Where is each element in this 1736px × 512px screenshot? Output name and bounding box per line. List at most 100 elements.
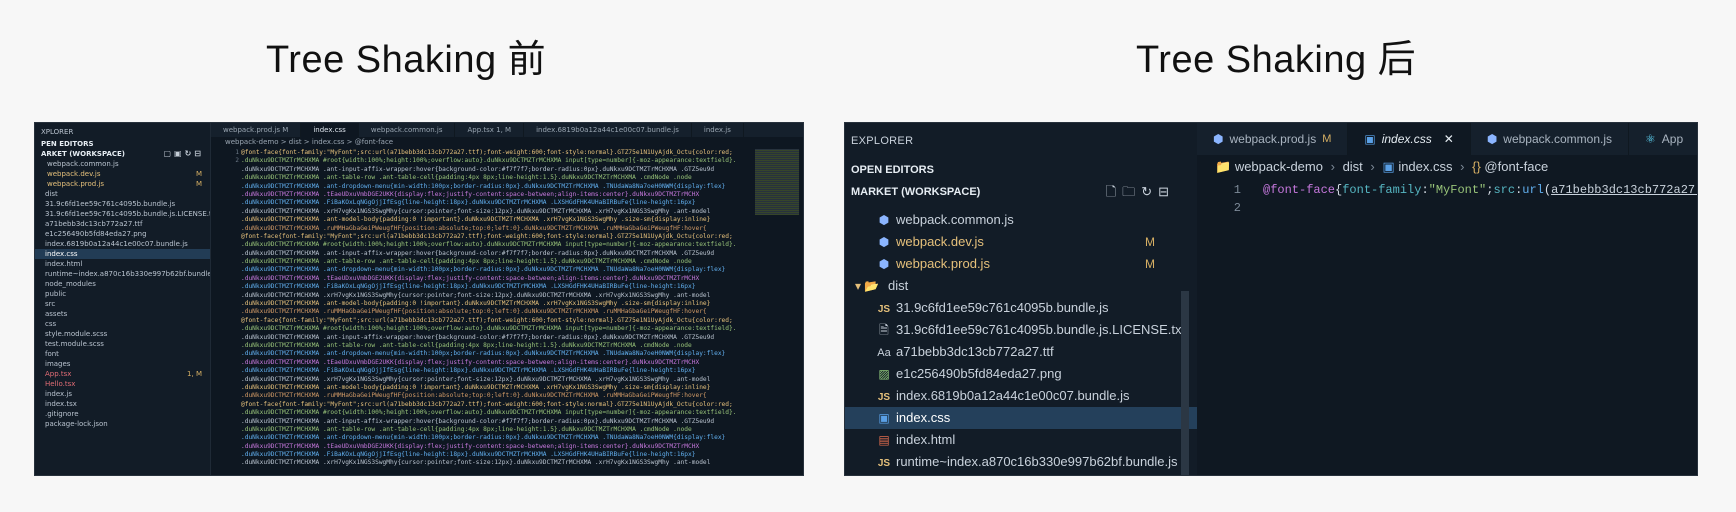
line-number: 1 xyxy=(1233,183,1241,197)
before-code-line: .duNkxu9DCTMZTrMCHXMA .FiBaKOxLqNGgOjjIf… xyxy=(241,451,696,459)
before-breadcrumb[interactable]: webpack-demo > dist > index.css > @font-… xyxy=(211,137,803,148)
before-explorer-actions-icon[interactable]: ▢▣↻⊟ xyxy=(163,149,204,159)
before-tree-item[interactable]: .gitignore xyxy=(35,409,210,419)
webpack-icon: ⬢ xyxy=(878,257,890,271)
after-tree-item[interactable]: JS 31.9c6fd1ee59c761c4095b.bundle.js xyxy=(845,297,1197,319)
before-tree-item[interactable]: webpack.prod.js M xyxy=(35,179,210,189)
before-code-line: .duNkxu9DCTMZTrMCHXMA #root{width:100%;h… xyxy=(241,241,737,249)
after-tree-item[interactable]: › 📁node_modules xyxy=(845,473,1197,475)
after-tree-item[interactable]: ▣ index.css xyxy=(845,407,1197,429)
collapse-all-icon[interactable]: ⊟ xyxy=(1158,184,1175,199)
before-heading: Tree Shaking 前 xyxy=(266,39,547,81)
before-tree-item[interactable]: css xyxy=(35,319,210,329)
before-editor-tab[interactable]: App.tsx 1, M xyxy=(455,123,525,137)
breadcrumb-symbol[interactable]: @font-face xyxy=(1484,159,1548,174)
before-editor-tab[interactable]: webpack.prod.js M xyxy=(211,123,302,137)
before-code-line: .duNkxu9DCTMZTrMCHXMA .ant-input-affix-w… xyxy=(241,333,715,341)
before-code-editor[interactable]: @font-face{font-family:"MyFont";src:url(… xyxy=(211,149,751,475)
after-editor-tab[interactable]: ▣ index.css ✕ xyxy=(1348,123,1471,155)
before-tree-item[interactable]: App.tsx 1, M xyxy=(35,369,210,379)
before-tree-item-label: App.tsx xyxy=(45,370,72,378)
before-tree-item[interactable]: index.tsx xyxy=(35,399,210,409)
code-line[interactable]: @font-face{font-family:"MyFont";src:url(… xyxy=(1263,181,1697,199)
before-tree-item[interactable]: public xyxy=(35,289,210,299)
before-tree-item[interactable]: images xyxy=(35,359,210,369)
before-tree-item[interactable]: a71bebb3dc13cb772a27.ttf xyxy=(35,219,210,229)
before-file-tree: webpack.common.js webpack.dev.js Mwebpack.… xyxy=(35,159,210,429)
before-tree-item-label: style.module.scss xyxy=(45,330,108,338)
webpack-icon: ⬢ xyxy=(1486,132,1498,146)
tab-label: webpack.common.js xyxy=(1503,132,1613,146)
close-icon[interactable]: ✕ xyxy=(1444,132,1454,146)
after-editor-tab[interactable]: ⬢ webpack.common.js xyxy=(1471,123,1630,155)
git-modified-badge: M xyxy=(1145,257,1155,271)
before-tree-item-label: webpack.dev.js xyxy=(47,170,101,178)
line-number: 2 xyxy=(1233,201,1241,215)
breadcrumb-folder[interactable]: dist xyxy=(1343,159,1363,174)
before-editor-tab[interactable]: index.6819b0a12a44c1e00c07.bundle.js xyxy=(524,123,692,137)
code-line[interactable] xyxy=(1263,199,1697,217)
before-tree-item[interactable]: test.module.scss xyxy=(35,339,210,349)
before-tree-item[interactable]: webpack.common.js xyxy=(35,159,210,169)
after-tree-item[interactable]: 🗎 31.9c6fd1ee59c761c4095b.bundle.js.LICEN… xyxy=(845,319,1197,341)
after-editor-tab[interactable]: ⬢ webpack.prod.js M xyxy=(1197,123,1349,155)
before-code-line: .duNkxu9DCTMZTrMCHXMA .tEaeUDxuVmbDGE2UK… xyxy=(241,190,700,198)
after-tree-item[interactable]: ▾ 📂 dist xyxy=(845,275,1197,297)
before-minimap[interactable] xyxy=(755,149,799,215)
after-sidebar-scrollbar[interactable] xyxy=(1181,291,1189,475)
before-tree-item[interactable]: index.js xyxy=(35,389,210,399)
after-tree-item[interactable]: ▨ e1c256490b5fd84eda27.png xyxy=(845,363,1197,385)
before-tree-item[interactable]: package-lock.json xyxy=(35,419,210,429)
breadcrumb-css-icon: ▣ xyxy=(1382,159,1395,174)
before-tree-item[interactable]: dist xyxy=(35,189,210,199)
after-tree-item[interactable]: ⬢ webpack.common.js xyxy=(845,209,1197,231)
before-editor-tab[interactable]: index.css xyxy=(301,123,359,137)
folder-icon: › 📁 xyxy=(855,473,885,475)
before-tree-item-badge: 1, M xyxy=(187,370,202,378)
before-tree-item[interactable]: index.6819b0a12a44c1e00c07.bundle.js xyxy=(35,239,210,249)
after-tree-item[interactable]: Aa a71bebb3dc13cb772a27.ttf xyxy=(845,341,1197,363)
before-workspace-header[interactable]: ARKET (WORKSPACE) ▢▣↻⊟ xyxy=(35,149,210,159)
after-breadcrumb[interactable]: 📁 webpack-demo › dist › ▣ index.css › {}… xyxy=(1197,155,1697,179)
after-workspace-header[interactable]: MARKET (WORKSPACE) 🗋🗀↻⊟ xyxy=(845,181,1197,203)
after-editor-tab[interactable]: ⚛ App xyxy=(1629,123,1697,155)
before-tree-item[interactable]: 31.9c6fd1ee59c761c4095b.bundle.js.LICENS… xyxy=(35,209,210,219)
after-tree-item[interactable]: JS runtime~index.a870c16b330e997b62bf.bun… xyxy=(845,451,1197,473)
after-tree-item[interactable]: ⬢ webpack.dev.js M xyxy=(845,231,1197,253)
breadcrumb-file[interactable]: index.css xyxy=(1398,159,1452,174)
before-tree-item[interactable]: runtime~index.a870c16b330e997b62bf.bundl… xyxy=(35,269,210,279)
before-tree-item[interactable]: webpack.dev.js M xyxy=(35,169,210,179)
before-editor-tab[interactable]: index.js xyxy=(692,123,744,137)
before-code-line: .duNkxu9DCTMZTrMCHXMA .ant-dropdown-menu… xyxy=(241,266,726,274)
after-tree-item[interactable]: ▤ index.html xyxy=(845,429,1197,451)
new-file-icon[interactable]: 🗋 xyxy=(1106,184,1122,199)
before-tree-item-label: node_modules xyxy=(45,280,96,288)
new-folder-icon[interactable]: 🗀 xyxy=(1122,184,1141,199)
after-tree-item-label: a71bebb3dc13cb772a27.ttf xyxy=(896,344,1054,359)
breadcrumb-separator-icon: › xyxy=(1370,159,1375,174)
before-tree-item[interactable]: src xyxy=(35,299,210,309)
after-tree-item[interactable]: JS index.6819b0a12a44c1e00c07.bundle.js xyxy=(845,385,1197,407)
tab-label: webpack.prod.js xyxy=(1229,132,1317,146)
before-tree-item[interactable]: index.html xyxy=(35,259,210,269)
before-code-line: .duNkxu9DCTMZTrMCHXMA .ant-model-body{pa… xyxy=(241,383,711,391)
before-tree-item[interactable]: e1c256490b5fd84eda27.png xyxy=(35,229,210,239)
before-open-editors[interactable]: PEN EDITORS xyxy=(35,139,210,149)
after-code-editor[interactable]: @font-face{font-family:"MyFont";src:url(… xyxy=(1263,181,1697,217)
before-tree-item[interactable]: node_modules xyxy=(35,279,210,289)
before-tree-item[interactable]: 31.9c6fd1ee59c761c4095b.bundle.js xyxy=(35,199,210,209)
refresh-icon[interactable]: ↻ xyxy=(1141,184,1158,199)
before-tree-item[interactable]: style.module.scss xyxy=(35,329,210,339)
breadcrumb-project[interactable]: webpack-demo xyxy=(1235,159,1323,174)
before-workspace-label: ARKET (WORKSPACE) xyxy=(41,150,125,158)
before-code-line: .duNkxu9DCTMZTrMCHXMA .ant-input-affix-w… xyxy=(241,417,715,425)
after-open-editors[interactable]: OPEN EDITORS xyxy=(845,159,1197,181)
code-url[interactable]: a71bebb3dc13cb772a27.ttf xyxy=(1551,183,1697,197)
before-tree-item[interactable]: index.css xyxy=(35,249,210,259)
before-tree-item[interactable]: assets xyxy=(35,309,210,319)
before-editor-tab[interactable]: webpack.common.js xyxy=(359,123,456,137)
before-tree-item[interactable]: font xyxy=(35,349,210,359)
before-tree-item[interactable]: Hello.tsx xyxy=(35,379,210,389)
before-code-line: .duNkxu9DCTMZTrMCHXMA .ruMMHaGbaGeiPWeug… xyxy=(241,308,707,316)
after-tree-item[interactable]: ⬢ webpack.prod.js M xyxy=(845,253,1197,275)
